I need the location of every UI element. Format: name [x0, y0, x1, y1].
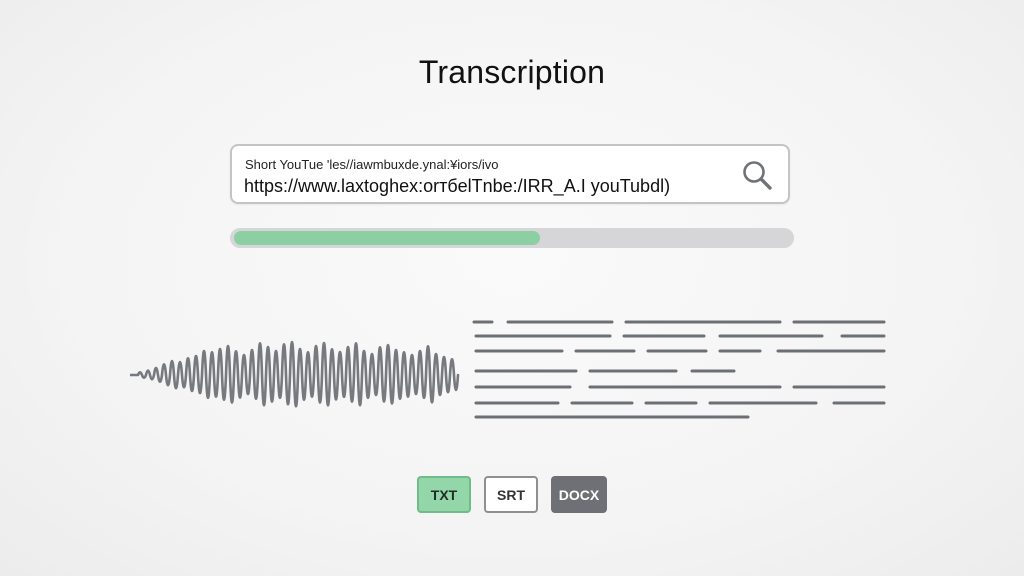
audio-waveform-icon [130, 340, 460, 408]
search-button[interactable] [738, 156, 776, 194]
srt-format-button[interactable]: SRT [484, 476, 538, 513]
waveform-path [130, 340, 460, 408]
txt-format-button[interactable]: TXT [417, 476, 471, 513]
text-lines-icon [472, 320, 886, 419]
url-input-box[interactable]: Short YouTue 'les//iawmbuxde.ynal:¥iors/… [230, 144, 790, 204]
url-input[interactable] [244, 174, 724, 198]
url-input-label: Short YouTue 'les//iawmbuxde.ynal:¥iors/… [245, 157, 499, 172]
progress-bar-fill [234, 231, 540, 245]
search-icon [743, 161, 772, 190]
docx-format-button[interactable]: DOCX [551, 476, 607, 513]
progress-bar [230, 228, 794, 248]
page-title: Transcription [418, 54, 606, 90]
